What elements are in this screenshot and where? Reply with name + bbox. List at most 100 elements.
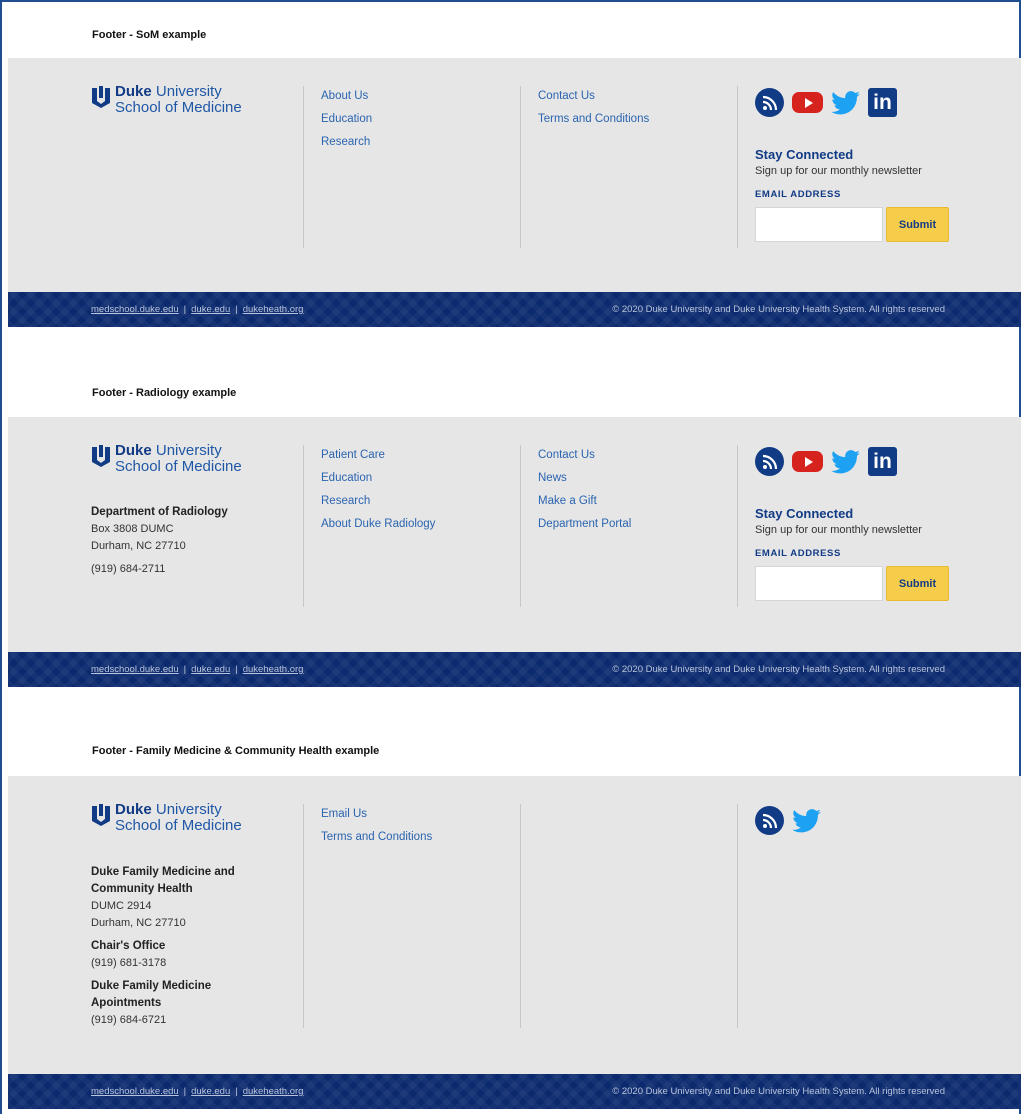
twitter-icon[interactable] bbox=[831, 447, 860, 476]
copyright-text: © 2020 Duke University and Duke Universi… bbox=[612, 1086, 945, 1097]
department-name: Department of Radiology bbox=[91, 506, 228, 518]
duke-som-logo[interactable]: Duke University School of Medicine bbox=[91, 84, 242, 116]
duke-chapel-icon bbox=[92, 86, 110, 108]
social-icons: in bbox=[755, 447, 897, 476]
footer-link-contact[interactable]: Contact Us bbox=[538, 89, 649, 112]
footer-link-research[interactable]: Research bbox=[321, 135, 372, 158]
logo-strong: Duke bbox=[115, 442, 152, 459]
newsletter-subtitle: Sign up for our monthly newsletter bbox=[755, 524, 922, 536]
logo-line2: School of Medicine bbox=[115, 99, 242, 116]
footer-bottom-bar: medschool.duke.edu | duke.edu | dukeheath.or… bbox=[8, 652, 1021, 687]
separator: | bbox=[183, 1086, 187, 1097]
rss-icon[interactable] bbox=[755, 806, 784, 835]
footer-link-contact[interactable]: Contact Us bbox=[538, 448, 631, 471]
office-phone: (919) 681-3178 bbox=[91, 957, 167, 969]
link-column-2: Contact Us News Make a Gift Department P… bbox=[538, 448, 631, 540]
address-line2: Durham, NC 27710 bbox=[91, 917, 186, 929]
link-duke[interactable]: duke.edu bbox=[191, 664, 230, 675]
youtube-icon[interactable] bbox=[792, 92, 823, 113]
logo-line1: University bbox=[155, 801, 222, 818]
duke-chapel-icon bbox=[92, 804, 110, 826]
linkedin-icon[interactable]: in bbox=[868, 88, 897, 117]
department-name-2: Community Health bbox=[91, 883, 193, 895]
separator: | bbox=[183, 664, 187, 675]
newsletter-subtitle: Sign up for our monthly newsletter bbox=[755, 165, 922, 177]
department-address: Department of Radiology Box 3808 DUMC Du… bbox=[91, 504, 228, 578]
logo-line1: University bbox=[155, 442, 222, 459]
separator: | bbox=[183, 304, 187, 315]
footer-link-news[interactable]: News bbox=[538, 471, 631, 494]
column-divider bbox=[737, 445, 738, 607]
link-dukehealth[interactable]: dukeheath.org bbox=[243, 664, 304, 675]
bottom-bar-links: medschool.duke.edu | duke.edu | dukeheath.or… bbox=[91, 304, 303, 315]
linkedin-icon[interactable]: in bbox=[868, 447, 897, 476]
column-divider bbox=[303, 804, 304, 1028]
newsletter-title: Stay Connected bbox=[755, 147, 854, 162]
link-medschool[interactable]: medschool.duke.edu bbox=[91, 1086, 179, 1097]
twitter-icon[interactable] bbox=[831, 88, 860, 117]
column-divider bbox=[303, 445, 304, 607]
logo-strong: Duke bbox=[115, 83, 152, 100]
bottom-bar-links: medschool.duke.edu | duke.edu | dukeheath.or… bbox=[91, 664, 303, 675]
email-input[interactable] bbox=[755, 566, 883, 601]
footer-link-about-radiology[interactable]: About Duke Radiology bbox=[321, 517, 435, 540]
office-title: Chair's Office bbox=[91, 940, 166, 952]
link-column-1: About Us Education Research bbox=[321, 89, 372, 158]
appointments-title-1: Duke Family Medicine bbox=[91, 980, 212, 992]
footer-link-education[interactable]: Education bbox=[321, 112, 372, 135]
link-medschool[interactable]: medschool.duke.edu bbox=[91, 664, 179, 675]
footer-link-patient-care[interactable]: Patient Care bbox=[321, 448, 435, 471]
logo-line1: University bbox=[155, 83, 222, 100]
social-icons bbox=[755, 806, 821, 835]
rss-icon[interactable] bbox=[755, 447, 784, 476]
footer-bottom-bar: medschool.duke.edu | duke.edu | dukeheath.or… bbox=[8, 1074, 1021, 1109]
submit-button[interactable]: Submit bbox=[886, 207, 949, 242]
bottom-bar-links: medschool.duke.edu | duke.edu | dukeheath.or… bbox=[91, 1086, 303, 1097]
section-label: Footer - Family Medicine & Community Hea… bbox=[92, 745, 380, 757]
duke-som-logo[interactable]: Duke University School of Medicine bbox=[91, 802, 242, 834]
footer-link-terms[interactable]: Terms and Conditions bbox=[321, 830, 432, 853]
social-icons: in bbox=[755, 88, 897, 117]
phone-number: (919) 684-2711 bbox=[91, 563, 166, 575]
column-divider bbox=[303, 86, 304, 248]
column-divider bbox=[520, 445, 521, 607]
footer-link-email-us[interactable]: Email Us bbox=[321, 807, 432, 830]
footer-link-education[interactable]: Education bbox=[321, 471, 435, 494]
column-divider bbox=[737, 804, 738, 1028]
link-column-1: Patient Care Education Research About Du… bbox=[321, 448, 435, 540]
youtube-icon[interactable] bbox=[792, 451, 823, 472]
footer-link-terms[interactable]: Terms and Conditions bbox=[538, 112, 649, 135]
link-column-1: Email Us Terms and Conditions bbox=[321, 807, 432, 853]
department-name-1: Duke Family Medicine and bbox=[91, 866, 235, 878]
department-address: Duke Family Medicine and Community Healt… bbox=[91, 864, 235, 1029]
link-column-2: Contact Us Terms and Conditions bbox=[538, 89, 649, 135]
rss-icon[interactable] bbox=[755, 88, 784, 117]
column-divider bbox=[520, 804, 521, 1028]
separator: | bbox=[235, 664, 238, 675]
appointments-title-2: Apointments bbox=[91, 997, 162, 1009]
duke-som-logo[interactable]: Duke University School of Medicine bbox=[91, 443, 242, 475]
submit-button[interactable]: Submit bbox=[886, 566, 949, 601]
address-line1: Box 3808 DUMC bbox=[91, 523, 174, 535]
newsletter-signup: Stay Connected Sign up for our monthly n… bbox=[755, 147, 949, 242]
twitter-icon[interactable] bbox=[792, 806, 821, 835]
footer-bottom-bar: medschool.duke.edu | duke.edu | dukeheath.or… bbox=[8, 292, 1021, 327]
footer-link-make-gift[interactable]: Make a Gift bbox=[538, 494, 631, 517]
link-dukehealth[interactable]: dukeheath.org bbox=[243, 1086, 304, 1097]
footer-link-department-portal[interactable]: Department Portal bbox=[538, 517, 631, 540]
newsletter-title: Stay Connected bbox=[755, 506, 854, 521]
link-dukehealth[interactable]: dukeheath.org bbox=[243, 304, 304, 315]
email-input[interactable] bbox=[755, 207, 883, 242]
duke-chapel-icon bbox=[92, 445, 110, 467]
footer-link-research[interactable]: Research bbox=[321, 494, 435, 517]
section-label: Footer - Radiology example bbox=[92, 387, 237, 399]
link-duke[interactable]: duke.edu bbox=[191, 1086, 230, 1097]
column-divider bbox=[520, 86, 521, 248]
link-medschool[interactable]: medschool.duke.edu bbox=[91, 304, 179, 315]
copyright-text: © 2020 Duke University and Duke Universi… bbox=[612, 664, 945, 675]
footer-link-about[interactable]: About Us bbox=[321, 89, 372, 112]
footer-som: Duke University School of Medicine About… bbox=[8, 58, 1021, 292]
logo-line2: School of Medicine bbox=[115, 458, 242, 475]
link-duke[interactable]: duke.edu bbox=[191, 304, 230, 315]
column-divider bbox=[737, 86, 738, 248]
